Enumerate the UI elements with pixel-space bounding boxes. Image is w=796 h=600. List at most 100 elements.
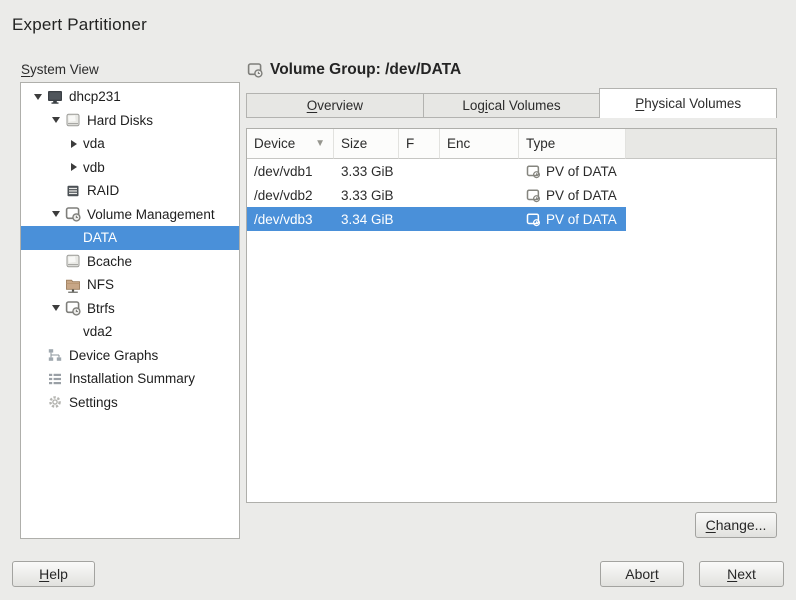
- column-header-device[interactable]: Device ▼: [247, 129, 334, 159]
- cell-text: 3.33 GiB: [341, 164, 394, 179]
- cell-enc: [440, 183, 519, 207]
- system-view-tree: dhcp231 Hard Disks vda vdb RAID Volume Manage…: [21, 83, 239, 414]
- computer-icon: [47, 89, 63, 105]
- sidebar-item-device-graphs[interactable]: Device Graphs: [21, 344, 239, 368]
- sidebar-item-label: Bcache: [87, 254, 138, 269]
- tab-physical-volumes[interactable]: Physical Volumes: [599, 88, 777, 118]
- column-header-label: Type: [526, 136, 555, 151]
- column-header-filler: [626, 129, 776, 159]
- system-view-tree-panel[interactable]: dhcp231 Hard Disks vda vdb RAID Volume Manage…: [20, 82, 240, 539]
- sidebar-item-data[interactable]: DATA: [21, 226, 239, 250]
- tab-label: Physical Volumes: [635, 96, 741, 111]
- cell-text: /dev/vdb3: [254, 212, 313, 227]
- sidebar-item-label: NFS: [87, 277, 120, 292]
- cell-text: 3.34 GiB: [341, 212, 394, 227]
- column-header-label: F: [406, 136, 414, 151]
- column-header-enc[interactable]: Enc: [440, 129, 519, 159]
- sidebar-item-volume-management[interactable]: Volume Management: [21, 203, 239, 227]
- expander-right-icon[interactable]: [65, 163, 83, 171]
- expander-down-icon[interactable]: [47, 117, 65, 123]
- table-row--dev-vdb1[interactable]: /dev/vdb1 3.33 GiB PV of DATA: [247, 159, 626, 183]
- help-button[interactable]: Help: [12, 561, 95, 587]
- cell-enc: [440, 207, 519, 231]
- tab-label: Logical Volumes: [462, 98, 560, 113]
- sidebar-item-vda2[interactable]: vda2: [21, 320, 239, 344]
- volume-group-header: Volume Group: /dev/DATA: [246, 61, 461, 79]
- sidebar-item-vda[interactable]: vda: [21, 132, 239, 156]
- sidebar-item-label: vda2: [83, 324, 118, 339]
- table-row--dev-vdb3[interactable]: /dev/vdb3 3.34 GiB PV of DATA: [247, 207, 626, 231]
- cell-type: PV of DATA: [519, 183, 626, 207]
- sidebar-item-label: RAID: [87, 183, 125, 198]
- cell-device: /dev/vdb2: [247, 183, 334, 207]
- cell-text: PV of DATA: [546, 164, 617, 179]
- cell-text: PV of DATA: [546, 188, 617, 203]
- gear-icon: [47, 394, 63, 410]
- sidebar-item-label: Volume Management: [87, 207, 221, 222]
- sidebar-item-dhcp231[interactable]: dhcp231: [21, 85, 239, 109]
- cell-device: /dev/vdb1: [247, 159, 334, 183]
- cell-size: 3.34 GiB: [334, 207, 399, 231]
- lvm-pv-icon: [526, 164, 541, 179]
- sidebar-item-raid[interactable]: RAID: [21, 179, 239, 203]
- cell-text: 3.33 GiB: [341, 188, 394, 203]
- column-header-f[interactable]: F: [399, 129, 440, 159]
- summary-icon: [47, 371, 63, 387]
- tab-logical-volumes[interactable]: Logical Volumes: [423, 93, 601, 118]
- change-button[interactable]: Change...: [695, 512, 777, 538]
- cell-size: 3.33 GiB: [334, 183, 399, 207]
- nfs-icon: [65, 277, 81, 293]
- sidebar-item-label: Settings: [69, 395, 124, 410]
- column-header-type[interactable]: Type: [519, 129, 626, 159]
- raid-icon: [65, 183, 81, 199]
- sidebar-item-label: Hard Disks: [87, 113, 159, 128]
- cell-f: [399, 207, 440, 231]
- sidebar-item-btrfs[interactable]: Btrfs: [21, 297, 239, 321]
- lvm-icon: [65, 206, 81, 222]
- page-title: Expert Partitioner: [12, 15, 147, 35]
- cell-text: PV of DATA: [546, 212, 617, 227]
- table-header: Device ▼ Size F Enc Type: [247, 129, 776, 159]
- cell-device: /dev/vdb3: [247, 207, 334, 231]
- sidebar-item-vdb[interactable]: vdb: [21, 156, 239, 180]
- column-header-label: Enc: [447, 136, 470, 151]
- abort-button[interactable]: Abort: [600, 561, 684, 587]
- hard-disk-icon: [65, 112, 81, 128]
- sidebar-item-label: dhcp231: [69, 89, 127, 104]
- cell-type: PV of DATA: [519, 207, 626, 231]
- table-body: /dev/vdb1 3.33 GiB PV of DATA/dev/vdb2 3.33…: [247, 159, 776, 231]
- tab-label: Overview: [307, 98, 363, 113]
- system-view-label: System View: [21, 62, 99, 77]
- sidebar-item-hard-disks[interactable]: Hard Disks: [21, 109, 239, 133]
- lvm-pv-icon: [526, 188, 541, 203]
- next-button[interactable]: Next: [699, 561, 784, 587]
- sidebar-item-nfs[interactable]: NFS: [21, 273, 239, 297]
- sidebar-item-bcache[interactable]: Bcache: [21, 250, 239, 274]
- expander-down-icon[interactable]: [29, 94, 47, 100]
- lvm-pv-icon: [526, 212, 541, 227]
- cell-text: /dev/vdb1: [254, 164, 313, 179]
- sidebar-item-settings[interactable]: Settings: [21, 391, 239, 415]
- column-header-label: Device: [254, 136, 295, 151]
- cell-enc: [440, 159, 519, 183]
- cell-f: [399, 183, 440, 207]
- physical-volumes-table[interactable]: Device ▼ Size F Enc Type /dev/vdb1 3.33 GiB PV …: [246, 128, 777, 503]
- column-header-label: Size: [341, 136, 367, 151]
- expander-right-icon[interactable]: [65, 140, 83, 148]
- graph-icon: [47, 347, 63, 363]
- lvm-icon: [65, 300, 81, 316]
- column-header-size[interactable]: Size: [334, 129, 399, 159]
- volume-group-icon: [246, 62, 263, 79]
- sidebar-item-label: DATA: [83, 230, 123, 245]
- expander-down-icon[interactable]: [47, 305, 65, 311]
- sidebar-item-label: vda: [83, 136, 111, 151]
- sidebar-item-label: Installation Summary: [69, 371, 201, 386]
- expander-down-icon[interactable]: [47, 211, 65, 217]
- table-row--dev-vdb2[interactable]: /dev/vdb2 3.33 GiB PV of DATA: [247, 183, 626, 207]
- cell-text: /dev/vdb2: [254, 188, 313, 203]
- sort-indicator-icon: ▼: [315, 138, 325, 149]
- sidebar-item-installation-summary[interactable]: Installation Summary: [21, 367, 239, 391]
- cell-type: PV of DATA: [519, 159, 626, 183]
- tab-overview[interactable]: Overview: [246, 93, 424, 118]
- sidebar-item-label: Device Graphs: [69, 348, 164, 363]
